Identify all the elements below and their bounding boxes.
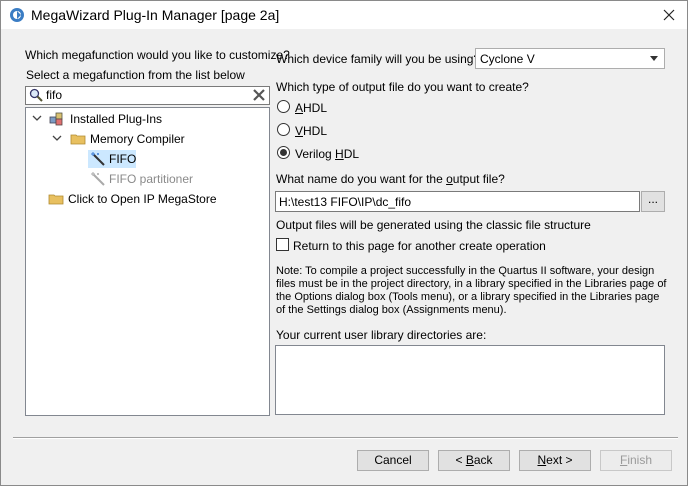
- tree-label-installed: Installed Plug-Ins: [70, 112, 163, 126]
- dropdown-arrow-icon: [650, 56, 658, 61]
- device-family-select[interactable]: Cyclone V: [475, 48, 665, 69]
- tree-label-megastore: Click to Open IP MegaStore: [68, 192, 217, 206]
- chevron-down-icon[interactable]: [52, 133, 62, 143]
- search-value: fifo: [46, 88, 63, 102]
- next-button[interactable]: Next >: [519, 450, 591, 471]
- close-button[interactable]: [659, 5, 679, 25]
- clear-search-icon[interactable]: [251, 87, 267, 103]
- radio-verilog-hdl[interactable]: [277, 146, 290, 159]
- output-name-question: What name do you want for the output fil…: [276, 172, 505, 186]
- megafunction-question: Which megafunction would you like to cus…: [25, 48, 290, 62]
- classic-structure-note: Output files will be generated using the…: [276, 218, 591, 232]
- tree-label-fifo: FIFO: [109, 152, 137, 166]
- output-file-input[interactable]: H:\test13 FIFO\IP\dc_fifo: [275, 191, 640, 212]
- tree-node-memory-compiler[interactable]: Memory Compiler: [30, 130, 260, 148]
- device-family-question: Which device family will you be using?: [276, 52, 481, 66]
- magic-wand-icon: [91, 172, 105, 186]
- radio-ahdl[interactable]: [277, 100, 290, 113]
- magic-wand-icon: [91, 152, 105, 166]
- button-separator: [13, 437, 678, 439]
- megafunction-tree[interactable]: Installed Plug-Ins Memory Compiler FIFO: [25, 107, 270, 416]
- output-file-value: H:\test13 FIFO\IP\dc_fifo: [279, 195, 412, 209]
- tree-label-fifo-partitioner: FIFO partitioner: [109, 172, 194, 186]
- output-type-question: Which type of output file do you want to…: [276, 80, 529, 94]
- compile-note: Note: To compile a project successfully …: [276, 265, 667, 316]
- radio-verilog-hdl-label[interactable]: Verilog HDL: [295, 147, 359, 161]
- megawizard-dialog: MegaWizard Plug-In Manager [page 2a] Whi…: [0, 0, 688, 486]
- browse-button[interactable]: ...: [641, 191, 665, 212]
- library-dirs-list[interactable]: [275, 345, 665, 415]
- tree-node-megastore[interactable]: Click to Open IP MegaStore: [48, 190, 260, 208]
- folder-icon: [70, 134, 86, 145]
- finish-button[interactable]: Finish: [600, 450, 672, 471]
- back-button[interactable]: < Back: [438, 450, 510, 471]
- folder-icon: [48, 194, 64, 205]
- search-icon: [29, 88, 43, 102]
- chevron-down-icon[interactable]: [32, 113, 42, 123]
- window-title: MegaWizard Plug-In Manager [page 2a]: [31, 7, 280, 23]
- title-bar: MegaWizard Plug-In Manager [page 2a]: [1, 1, 687, 29]
- device-family-value: Cyclone V: [480, 52, 535, 66]
- tree-node-fifo[interactable]: FIFO: [88, 150, 238, 168]
- close-icon: [663, 9, 675, 21]
- quartus-app-icon: [10, 8, 24, 22]
- return-checkbox-label[interactable]: Return to this page for another create o…: [293, 239, 546, 253]
- library-dirs-label: Your current user library directories ar…: [276, 328, 487, 342]
- tree-node-installed-plugins[interactable]: Installed Plug-Ins: [30, 110, 260, 128]
- tree-node-fifo-partitioner[interactable]: FIFO partitioner: [88, 170, 258, 188]
- search-input[interactable]: fifo: [25, 86, 270, 105]
- radio-ahdl-label[interactable]: AHDL: [295, 101, 327, 115]
- radio-vhdl-label[interactable]: VHDL: [295, 124, 327, 138]
- plugin-icon: [49, 112, 63, 126]
- return-checkbox[interactable]: [276, 238, 289, 251]
- radio-selected-dot: [280, 149, 287, 156]
- radio-vhdl[interactable]: [277, 123, 290, 136]
- megafunction-instruction: Select a megafunction from the list belo…: [26, 68, 245, 82]
- tree-label-memory-compiler: Memory Compiler: [90, 132, 185, 146]
- cancel-button[interactable]: Cancel: [357, 450, 429, 471]
